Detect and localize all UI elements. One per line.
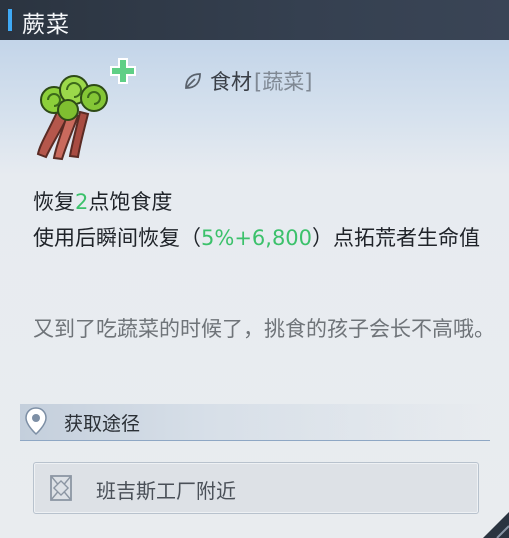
effect-line-1-suffix: 点饱食度: [88, 190, 173, 214]
category-sub: [蔬菜]: [254, 70, 313, 94]
satiety-value: 2: [75, 190, 89, 214]
corner-decoration: [483, 512, 509, 538]
category-main: 食材: [210, 70, 252, 94]
effect-line-2-suffix: ）点拓荒者生命值: [312, 226, 481, 250]
acquire-source-text: 班吉斯工厂附近: [96, 479, 236, 503]
leaf-icon: [185, 73, 201, 89]
title-accent-bar: [8, 9, 12, 31]
title-bar: 蕨菜: [0, 0, 509, 40]
flavor-text: 又到了吃蔬菜的时候了，挑食的孩子会长不高哦。: [33, 317, 495, 341]
green-plus-icon: [110, 58, 136, 84]
item-category: 食材 [蔬菜]: [182, 66, 312, 96]
location-pin-icon: [25, 407, 47, 436]
item-tooltip-panel: 蕨菜 食材 [蔬菜] 恢复2点饱食度 使用后瞬间恢复（5%+6,800）点拓荒者…: [0, 0, 509, 538]
acquire-source-item[interactable]: 班吉斯工厂附近: [33, 462, 479, 514]
effect-line-1-prefix: 恢复: [33, 190, 75, 214]
acquire-header: 获取途径: [20, 404, 490, 441]
acquire-label: 获取途径: [64, 413, 141, 435]
item-title: 蕨菜: [22, 12, 70, 38]
effect-line-1: 恢复2点饱食度: [33, 184, 503, 220]
effect-description: 恢复2点饱食度 使用后瞬间恢复（5%+6,800）点拓荒者生命值: [33, 184, 503, 256]
effect-line-2-prefix: 使用后瞬间恢复（: [33, 226, 201, 250]
map-marker-icon: [50, 475, 72, 501]
effect-line-2: 使用后瞬间恢复（5%+6,800）点拓荒者生命值: [33, 220, 503, 256]
hp-restore-value: 5%+6,800: [201, 226, 313, 250]
